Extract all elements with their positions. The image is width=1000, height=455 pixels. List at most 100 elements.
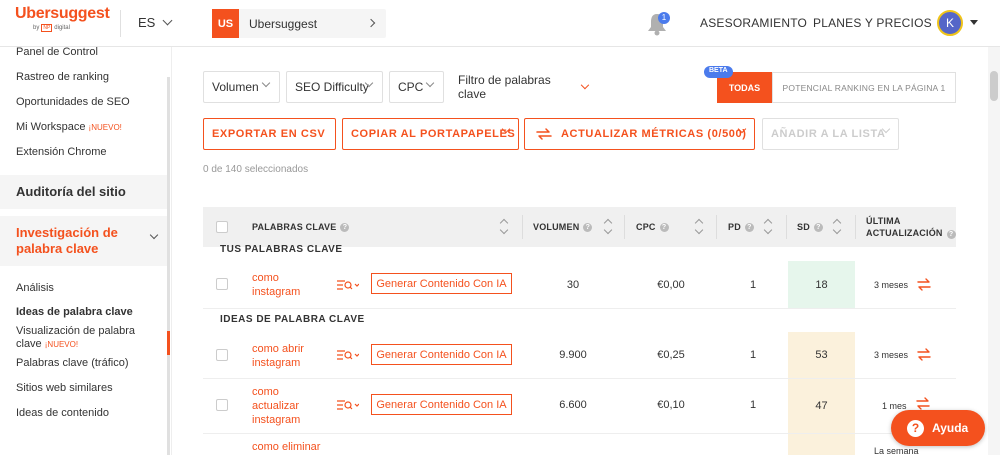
keyword-link[interactable]: como actualizar instagram [252,385,300,427]
sidebar-section-keyword-research[interactable]: Investigación de palabra clave [0,216,168,266]
col-last-update-line1: ÚLTIMA [866,216,901,226]
keyword-link[interactable]: como instagram [252,271,300,299]
export-csv-button[interactable]: EXPORTAR EN CSV [203,118,336,150]
help-button[interactable]: ? Ayuda [891,410,985,446]
help-icon[interactable]: ? [946,230,956,239]
sd-cell [788,434,855,455]
sidebar-scrollbar[interactable] [167,77,170,455]
keyword-analyze-icon[interactable] [337,349,359,361]
keyword-link[interactable]: como eliminar [252,440,320,454]
user-avatar[interactable]: K [937,10,963,36]
np-logo-mark: NP [41,24,53,32]
sd-cell: 47 [788,379,855,433]
table-row: como abrir instagram Generar Contenido C… [203,332,956,379]
col-volume-header[interactable]: VOLUMEN? [533,207,593,247]
col-last-update-line2: ACTUALIZACIÓN [866,228,943,238]
sort-sd-icon[interactable] [833,219,841,235]
pd-cell: 1 [749,399,757,411]
cpc-filter[interactable]: CPC [389,71,444,103]
project-name: Ubersuggest [249,16,318,31]
sidebar-item-keyword-visualization[interactable]: Visualización de palabra clave ¡NUEVO! [16,325,135,351]
sidebar-item-keyword-ideas[interactable]: Ideas de palabra clave [16,306,133,318]
add-to-list-button[interactable]: AÑADIR A LA LISTA [762,118,899,150]
volume-cell: 6.600 [559,399,587,411]
help-icon[interactable]: ? [583,222,593,232]
ubersuggest-logo[interactable]: Ubersuggest by NP digital [15,5,110,32]
seo-difficulty-filter-label: SEO Difficulty [295,80,369,94]
keyword-link[interactable]: como abrir instagram [252,342,304,370]
page-scroll-thumb[interactable] [990,71,998,101]
select-all-checkbox[interactable] [216,221,228,233]
chevron-right-icon [366,18,376,28]
table-header: PALABRAS CLAVE? VOLUMEN? CPC? PD? SD? ÚL… [203,207,956,247]
pd-cell: 1 [749,279,757,291]
sidebar-item-workspace[interactable]: Mi Workspace ¡NUEVO! [16,121,122,133]
project-selector[interactable]: US Ubersuggest [212,9,386,38]
refresh-icon [536,128,552,140]
nav-consulting-link[interactable]: ASESORAMIENTO [700,16,807,30]
col-sd-header[interactable]: SD? [797,207,823,247]
table-row: como actualizar instagram Generar Conten… [203,379,956,434]
sidebar-item-rank-tracking[interactable]: Rastreo de ranking [16,71,109,83]
keyword-analyze-icon[interactable] [337,279,359,291]
col-cpc-header[interactable]: CPC? [636,207,669,247]
last-update-value: La semana [874,446,919,455]
generate-ai-content-button[interactable]: Generar Contenido Con IA [371,344,512,365]
sidebar-item-traffic-keywords[interactable]: Palabras clave (tráfico) [16,357,129,369]
sort-volume-icon[interactable] [604,219,612,235]
col-pd-header[interactable]: PD? [728,207,754,247]
row-checkbox[interactable] [216,278,228,290]
col-last-update-header[interactable]: ÚLTIMA ACTUALIZACIÓN? [866,207,956,247]
sidebar-item-chrome-extension[interactable]: Extensión Chrome [16,146,107,158]
visualization-line2: clave [16,338,42,350]
help-icon[interactable]: ? [744,222,754,232]
group-your-keywords: TUS PALABRAS CLAVE [220,244,343,255]
col-keywords-header[interactable]: PALABRAS CLAVE? [252,207,350,247]
help-icon[interactable]: ? [659,222,669,232]
sort-pd-icon[interactable] [764,219,772,235]
refresh-icon[interactable] [915,397,931,410]
sd-cell: 18 [788,261,855,308]
refresh-icon[interactable] [916,278,932,291]
row-checkbox[interactable] [216,399,228,411]
cpc-cell: €0,00 [657,279,685,291]
chevron-down-icon [149,230,159,240]
help-icon[interactable]: ? [340,222,350,232]
sort-keywords-icon[interactable] [500,219,508,235]
language-selector[interactable]: ES [138,15,173,30]
help-icon[interactable]: ? [813,222,823,232]
cpc-filter-label: CPC [398,80,424,94]
nav-plans-link[interactable]: PLANES Y PRECIOS [813,16,932,30]
tab-potential-ranking[interactable]: POTENCIAL RANKING EN LA PÁGINA 1 [772,72,956,103]
pd-cell: 1 [749,349,757,361]
keyword-line: como [252,386,279,398]
keyword-analyze-icon[interactable] [337,399,359,411]
sidebar-item-seo-opportunities[interactable]: Oportunidades de SEO [16,96,130,108]
row-checkbox[interactable] [216,349,228,361]
col-volume-label: VOLUMEN [533,222,580,232]
refresh-icon[interactable] [916,348,932,361]
update-metrics-button[interactable]: ACTUALIZAR MÉTRICAS (0/500) [524,118,755,150]
sidebar-item-content-ideas[interactable]: Ideas de contenido [16,407,109,419]
sidebar: Panel de Control Rastreo de ranking Opor… [0,47,172,455]
page-scrollbar[interactable] [988,47,1000,455]
generate-ai-content-button[interactable]: Generar Contenido Con IA [371,273,512,294]
seo-difficulty-filter[interactable]: SEO Difficulty [286,71,383,103]
generate-ai-content-button[interactable]: Generar Contenido Con IA [371,394,512,415]
sidebar-item-analysis[interactable]: Análisis [16,282,54,294]
logo-digital: digital [54,25,70,31]
keyword-line: como abrir [252,343,304,355]
copy-clipboard-button[interactable]: COPIAR AL PORTAPAPELES [342,118,519,150]
column-divider [624,215,625,239]
keyword-filter[interactable]: Filtro de palabras clave [458,71,590,103]
sort-cpc-icon[interactable] [695,219,703,235]
sidebar-item-dashboard[interactable]: Panel de Control [16,47,98,58]
col-cpc-label: CPC [636,222,656,232]
sidebar-scroll-thumb[interactable] [167,331,170,355]
sidebar-item-similar-sites[interactable]: Sitios web similares [16,382,113,394]
sidebar-section-site-audit[interactable]: Auditoría del sitio [0,175,168,209]
keyword-research-line1: Investigación de [16,225,118,240]
col-pd-label: PD [728,222,741,232]
caret-down-icon[interactable] [970,20,978,25]
volume-filter[interactable]: Volumen [203,71,280,103]
